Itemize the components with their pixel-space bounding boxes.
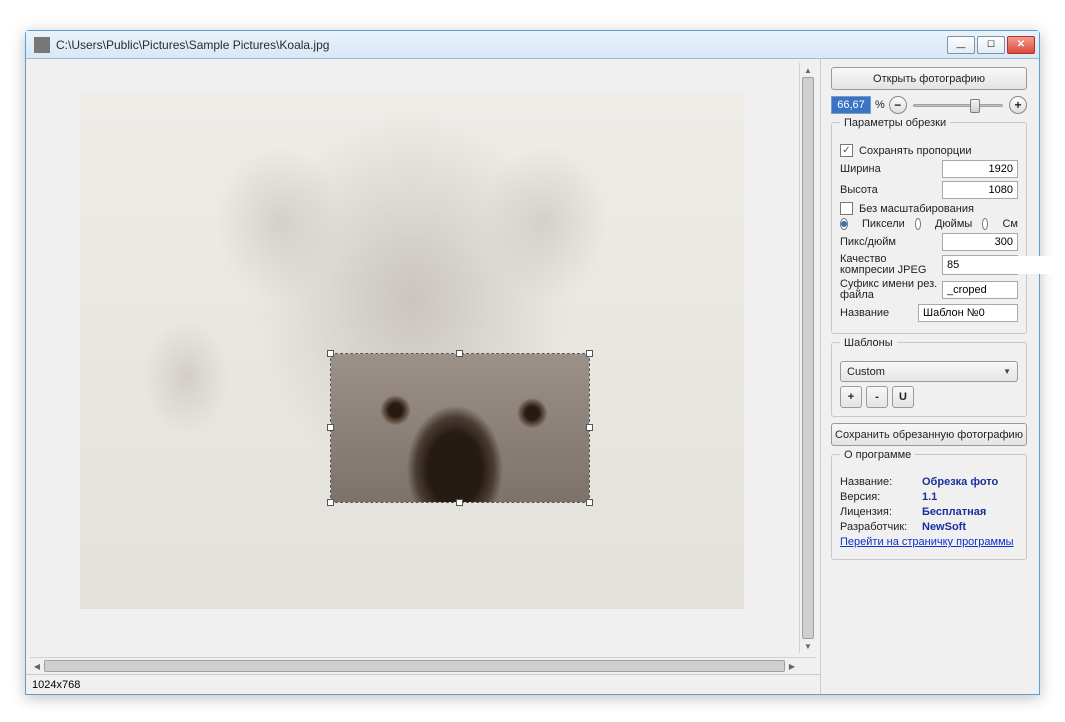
jpeg-quality-label: Качество компресии JPEG <box>840 254 942 276</box>
suffix-input[interactable] <box>942 281 1018 299</box>
crop-handle-w[interactable] <box>327 424 334 431</box>
crop-handle-ne[interactable] <box>586 350 593 357</box>
crop-handle-nw[interactable] <box>327 350 334 357</box>
unit-inches-label: Дюймы <box>935 218 972 230</box>
slider-knob[interactable] <box>970 99 980 113</box>
app-icon <box>34 37 50 53</box>
scroll-up-icon[interactable]: ▲ <box>800 63 816 77</box>
viewport[interactable]: ▲ ▼ <box>30 63 816 653</box>
crop-handle-se[interactable] <box>586 499 593 506</box>
width-label: Ширина <box>840 163 942 175</box>
about-version: 1.1 <box>922 491 937 503</box>
template-name-label: Название <box>840 307 918 319</box>
scroll-right-icon[interactable]: ▶ <box>785 658 799 674</box>
zoom-input[interactable]: 66,67 <box>831 96 871 114</box>
dpi-input[interactable] <box>942 233 1018 251</box>
template-update-button[interactable]: U <box>892 386 914 408</box>
zoom-slider[interactable] <box>911 96 1005 114</box>
about-name: Обрезка фото <box>922 476 998 488</box>
about-version-label: Версия: <box>840 491 922 503</box>
crop-handle-s[interactable] <box>456 499 463 506</box>
template-remove-button[interactable]: - <box>866 386 888 408</box>
window-title: C:\Users\Public\Pictures\Sample Pictures… <box>56 38 947 52</box>
unit-pixels-radio[interactable] <box>840 218 848 230</box>
crop-handle-e[interactable] <box>586 424 593 431</box>
about-group: О программе Название:Обрезка фото Версия… <box>831 454 1027 560</box>
unit-cm-label: См <box>1002 218 1018 230</box>
save-button[interactable]: Сохранить обрезанную фотографию <box>831 423 1027 446</box>
width-input[interactable] <box>942 160 1018 178</box>
about-link[interactable]: Перейти на страничку программы <box>840 536 1014 548</box>
minimize-button[interactable] <box>947 36 975 54</box>
unit-cm-radio[interactable] <box>982 218 988 230</box>
templates-title: Шаблоны <box>840 337 897 349</box>
templates-combo[interactable]: Custom ▼ <box>840 361 1018 382</box>
unit-pixels-label: Пиксели <box>862 218 905 230</box>
titlebar[interactable]: C:\Users\Public\Pictures\Sample Pictures… <box>26 31 1039 59</box>
scrollbar-vertical[interactable]: ▲ ▼ <box>799 63 816 653</box>
about-title: О программе <box>840 449 915 461</box>
side-panel: Открыть фотографию 66,67 % − + Параметры… <box>821 59 1039 694</box>
image-canvas[interactable] <box>80 93 744 609</box>
keep-ratio-checkbox[interactable]: ✓ <box>840 144 853 157</box>
zoom-out-button[interactable]: − <box>889 96 907 114</box>
crop-params-title: Параметры обрезки <box>840 117 950 129</box>
chevron-down-icon: ▼ <box>1003 367 1011 376</box>
height-input[interactable] <box>942 181 1018 199</box>
about-name-label: Название: <box>840 476 922 488</box>
scroll-down-icon[interactable]: ▼ <box>800 639 816 653</box>
scroll-thumb-v[interactable] <box>802 77 814 639</box>
zoom-in-button[interactable]: + <box>1009 96 1027 114</box>
crop-preview <box>331 354 589 502</box>
maximize-button[interactable] <box>977 36 1005 54</box>
about-license: Бесплатная <box>922 506 986 518</box>
no-scale-checkbox[interactable] <box>840 202 853 215</box>
unit-inches-radio[interactable] <box>915 218 921 230</box>
crop-handle-sw[interactable] <box>327 499 334 506</box>
open-button[interactable]: Открыть фотографию <box>831 67 1027 90</box>
about-dev-label: Разработчик: <box>840 521 922 533</box>
scrollbar-horizontal[interactable]: ◀ ▶ <box>30 657 816 674</box>
close-button[interactable] <box>1007 36 1035 54</box>
templates-group: Шаблоны Custom ▼ + - U <box>831 342 1027 417</box>
about-dev: NewSoft <box>922 521 966 533</box>
scroll-thumb-h[interactable] <box>44 660 785 672</box>
crop-handle-n[interactable] <box>456 350 463 357</box>
about-license-label: Лицензия: <box>840 506 922 518</box>
image-dimensions: 1024x768 <box>32 679 80 691</box>
height-label: Высота <box>840 184 942 196</box>
dpi-label: Пикс/дюйм <box>840 236 942 248</box>
image-preview <box>80 93 744 609</box>
templates-current: Custom <box>847 366 885 378</box>
jpeg-quality-input[interactable] <box>943 256 1065 274</box>
crop-params-group: Параметры обрезки ✓ Сохранять пропорции … <box>831 122 1027 334</box>
zoom-row: 66,67 % − + <box>831 96 1027 114</box>
template-name-input[interactable] <box>918 304 1018 322</box>
suffix-label: Суфикс имени рез. файла <box>840 279 942 301</box>
zoom-percent-label: % <box>875 99 885 111</box>
template-add-button[interactable]: + <box>840 386 862 408</box>
no-scale-label: Без масштабирования <box>859 203 974 215</box>
crop-selection[interactable] <box>330 353 590 503</box>
client-area: ▲ ▼ ◀ ▶ 1024x768 Открыть фотографию 66,6… <box>26 59 1039 694</box>
keep-ratio-label: Сохранять пропорции <box>859 145 972 157</box>
slider-track <box>913 104 1003 107</box>
scroll-left-icon[interactable]: ◀ <box>30 658 44 674</box>
app-window: C:\Users\Public\Pictures\Sample Pictures… <box>25 30 1040 695</box>
image-area: ▲ ▼ ◀ ▶ 1024x768 <box>26 59 821 694</box>
status-bar: 1024x768 <box>26 674 820 694</box>
jpeg-quality-spinner[interactable]: ▲▼ <box>942 255 1018 275</box>
